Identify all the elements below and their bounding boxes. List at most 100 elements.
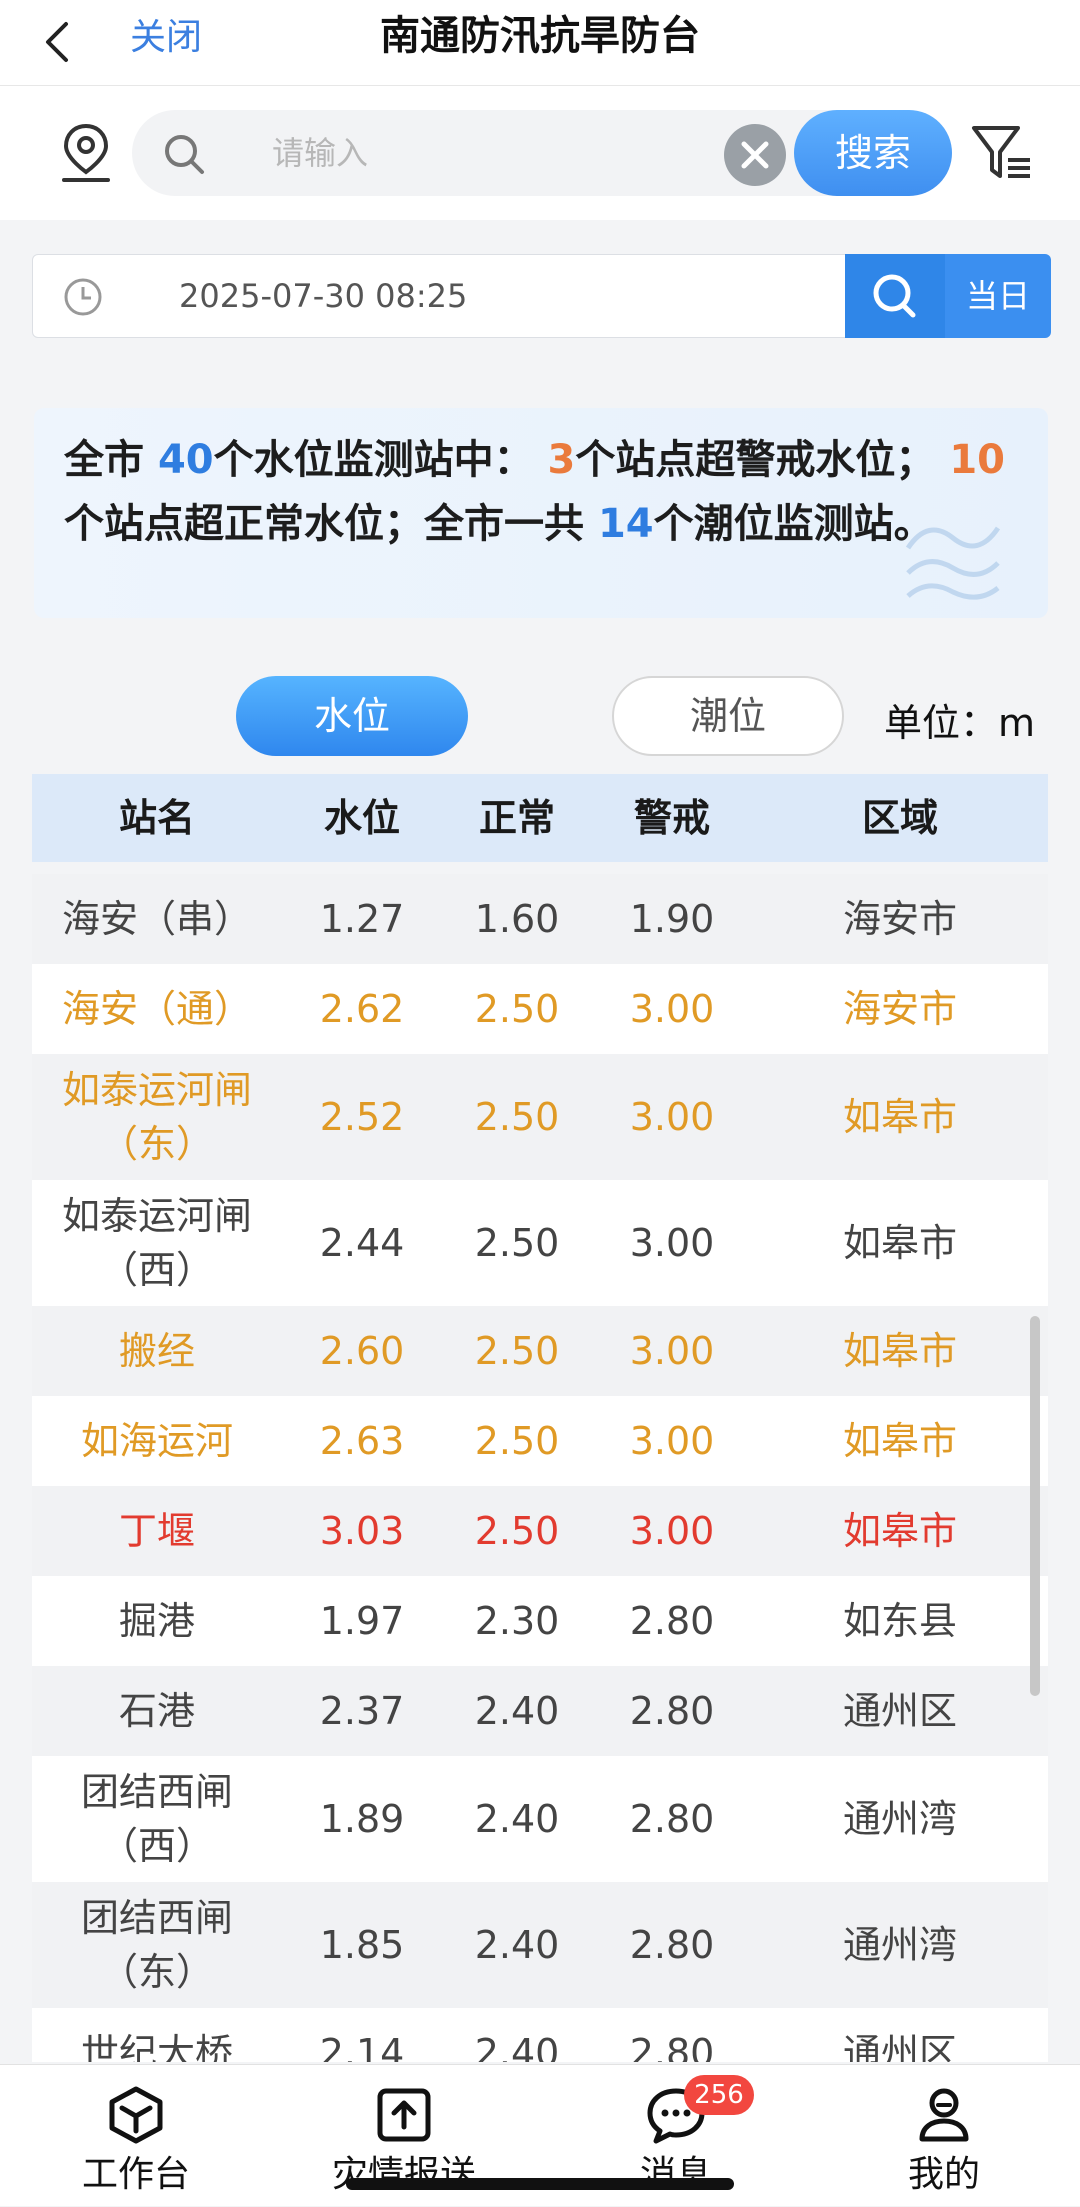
wave-icon	[905, 526, 1001, 600]
cell-normal: 2.50	[474, 1509, 560, 1553]
table-row[interactable]: 团结西闸（东） 1.85 2.40 2.80 通州湾	[32, 1882, 1048, 2008]
cell-level: 2.37	[319, 1689, 405, 1733]
cell-name: 团结西闸（西）	[80, 1770, 233, 1868]
cell-warn: 3.00	[629, 987, 715, 1031]
table-row[interactable]: 如泰运河闸（西） 2.44 2.50 3.00 如皋市	[32, 1180, 1048, 1306]
cell-level: 1.85	[319, 1923, 405, 1967]
tab-disaster-report-label: 灾情报送	[331, 2154, 476, 2195]
cell-warn: 3.00	[629, 1221, 715, 1265]
cell-name: 如海运河	[80, 1419, 233, 1463]
table-header: 站名 水位 正常 警戒 区域	[32, 774, 1048, 862]
today-button[interactable]: 当日	[945, 254, 1051, 338]
date-search-button[interactable]	[845, 254, 945, 338]
table-row[interactable]: 石港 2.37 2.40 2.80 通州区	[32, 1666, 1048, 1756]
scrollbar[interactable]	[1030, 1316, 1040, 1696]
cell-name: 团结西闸（东）	[80, 1896, 233, 1994]
header-level: 水位	[323, 796, 400, 840]
top-nav-bar: 关闭 南通防汛抗旱防台	[0, 0, 1080, 86]
summary-text-part: 个水位监测站中：	[213, 437, 548, 483]
tab-workbench-label: 工作台	[81, 2154, 190, 2195]
table-row[interactable]: 丁堰 3.03 2.50 3.00 如皋市	[32, 1486, 1048, 1576]
cell-normal: 2.30	[474, 1599, 560, 1643]
cell-name: 世纪大桥	[80, 2031, 233, 2062]
cell-normal: 2.50	[474, 1095, 560, 1139]
table-row[interactable]: 搬经 2.60 2.50 3.00 如皋市	[32, 1306, 1048, 1396]
summary-text: 全市 40个水位监测站中： 3个站点超警戒水位； 10 个站点超正常水位；全市一共…	[64, 428, 1024, 556]
table-row[interactable]: 团结西闸（西） 1.89 2.40 2.80 通州湾	[32, 1756, 1048, 1882]
cell-level: 2.14	[319, 2031, 405, 2062]
cell-level: 2.62	[319, 987, 405, 1031]
cell-name: 丁堰	[118, 1509, 195, 1553]
cell-warn: 2.80	[629, 2031, 715, 2062]
search-box: 搜索	[132, 110, 952, 196]
summary-text-part: 个站点超正常水位；全市一共	[64, 501, 598, 547]
tab-mine[interactable]: 我的	[844, 2083, 1044, 2207]
summary-text-part: 个潮位监测站。	[653, 501, 934, 547]
cell-warn: 2.80	[629, 1689, 715, 1733]
table-row[interactable]: 海安（串） 1.27 1.60 1.90 海安市	[32, 874, 1048, 964]
cell-warn: 2.80	[629, 1599, 715, 1643]
tide-station-count: 14	[597, 501, 654, 547]
cell-name: 石港	[118, 1689, 195, 1733]
cell-level: 1.89	[319, 1797, 405, 1841]
cell-level: 1.27	[319, 897, 405, 941]
cell-area: 如东县	[842, 1599, 957, 1643]
user-icon	[919, 2088, 969, 2142]
location-pin-icon[interactable]	[56, 120, 116, 186]
cell-level: 2.44	[319, 1221, 405, 1265]
search-icon	[165, 135, 204, 174]
cell-warn: 3.00	[629, 1095, 715, 1139]
header-warning: 警戒	[633, 796, 710, 840]
cell-warn: 3.00	[629, 1509, 715, 1553]
cell-name: 海安（串）	[61, 897, 252, 941]
table-row[interactable]: 掘港 1.97 2.30 2.80 如东县	[32, 1576, 1048, 1666]
cell-area: 通州湾	[842, 1923, 957, 1967]
cell-area: 通州区	[842, 2031, 957, 2062]
tab-workbench[interactable]: 工作台	[36, 2083, 236, 2207]
cell-level: 1.97	[319, 1599, 405, 1643]
cell-warn: 2.80	[629, 1797, 715, 1841]
cell-area: 海安市	[842, 987, 957, 1031]
clear-icon[interactable]	[724, 124, 786, 186]
tab-mine-label: 我的	[907, 2154, 980, 2195]
filter-icon[interactable]	[968, 120, 1034, 186]
cube-icon	[109, 2086, 163, 2144]
above-warning-count: 3	[547, 437, 576, 483]
cell-normal: 2.40	[474, 1797, 560, 1841]
cell-name: 搬经	[118, 1329, 195, 1373]
cell-name: 掘港	[118, 1599, 195, 1643]
summary-text-part: 全市	[64, 437, 158, 483]
cell-area: 如皋市	[842, 1419, 957, 1463]
search-icon	[873, 274, 916, 318]
cell-area: 通州区	[842, 1689, 957, 1733]
summary-text-part: 个站点超警戒水位；	[575, 437, 950, 483]
cell-name: 海安（通）	[61, 987, 252, 1031]
home-indicator	[346, 2178, 734, 2190]
cell-normal: 1.60	[474, 897, 560, 941]
cell-normal: 2.50	[474, 987, 560, 1031]
cell-level: 2.63	[319, 1419, 405, 1463]
station-count: 40	[157, 437, 214, 483]
cell-area: 如皋市	[842, 1095, 957, 1139]
cell-area: 如皋市	[842, 1329, 957, 1373]
datetime-value: 2025-07-30 08:25	[179, 277, 468, 315]
datetime-picker[interactable]: 2025-07-30 08:25 当日	[32, 254, 1051, 338]
tab-tide-level[interactable]: 潮位	[612, 676, 844, 756]
table-row[interactable]: 如海运河 2.63 2.50 3.00 如皋市	[32, 1396, 1048, 1486]
cell-normal: 2.40	[474, 1923, 560, 1967]
cell-area: 通州湾	[842, 1797, 957, 1841]
table-row[interactable]: 世纪大桥 2.14 2.40 2.80 通州区	[32, 2008, 1048, 2062]
table-row[interactable]: 海安（通） 2.62 2.50 3.00 海安市	[32, 964, 1048, 1054]
tab-messages-label: 消息	[639, 2154, 712, 2195]
table-body[interactable]: 海安（串） 1.27 1.60 1.90 海安市 海安（通） 2.62 2.50 3.00 海安市…	[32, 874, 1048, 2062]
cell-warn: 3.00	[629, 1329, 715, 1373]
cell-level: 2.60	[319, 1329, 405, 1373]
cell-name: 如泰运河闸（西）	[61, 1194, 252, 1292]
header-station: 站名	[118, 796, 195, 840]
search-button[interactable]: 搜索	[794, 110, 952, 196]
table-row[interactable]: 如泰运河闸（东） 2.52 2.50 3.00 如皋市	[32, 1054, 1048, 1180]
tab-water-level[interactable]: 水位	[236, 676, 468, 756]
cell-level: 2.52	[319, 1095, 405, 1139]
messages-badge: 256	[684, 2075, 754, 2115]
cell-level: 3.03	[319, 1509, 405, 1553]
